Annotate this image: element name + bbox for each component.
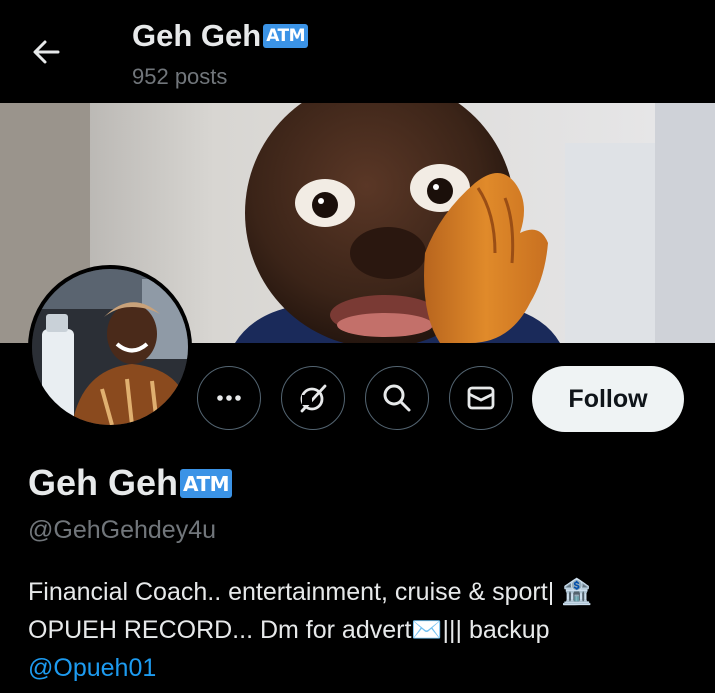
search-icon: [383, 384, 411, 412]
arrow-left-icon: [33, 40, 60, 64]
back-button[interactable]: [28, 34, 64, 70]
header-title: Geh Geh ATM: [132, 18, 309, 54]
bio-line-2: OPUEH RECORD... Dm for advert✉️||| backu…: [28, 616, 550, 644]
bio-mention-link[interactable]: @Opueh01: [28, 649, 698, 687]
profile-display-name: Geh Geh: [28, 462, 179, 503]
follow-button[interactable]: Follow: [532, 366, 684, 432]
bio-line-1: Financial Coach.. entertainment, cruise …: [28, 578, 593, 606]
grok-button[interactable]: [281, 366, 345, 430]
profile-handle: @GehGehdey4u: [28, 516, 217, 544]
message-button[interactable]: [449, 366, 513, 430]
atm-badge-icon: ATM: [180, 468, 233, 498]
search-button[interactable]: [365, 366, 429, 430]
atm-badge-icon: ATM: [263, 24, 309, 48]
more-button[interactable]: [197, 366, 261, 430]
grok-icon: [300, 384, 327, 413]
profile-name: Geh Geh ATM: [28, 462, 233, 504]
header-name: Geh Geh: [132, 18, 262, 53]
avatar[interactable]: [28, 265, 192, 429]
post-count: 952 posts: [132, 64, 228, 89]
top-bar: Geh Geh ATM 952 posts: [0, 0, 715, 103]
profile-bio: Financial Coach.. entertainment, cruise …: [28, 573, 698, 687]
more-dots-icon: [217, 395, 241, 401]
avatar-image: [32, 269, 188, 425]
envelope-icon: [467, 386, 495, 410]
